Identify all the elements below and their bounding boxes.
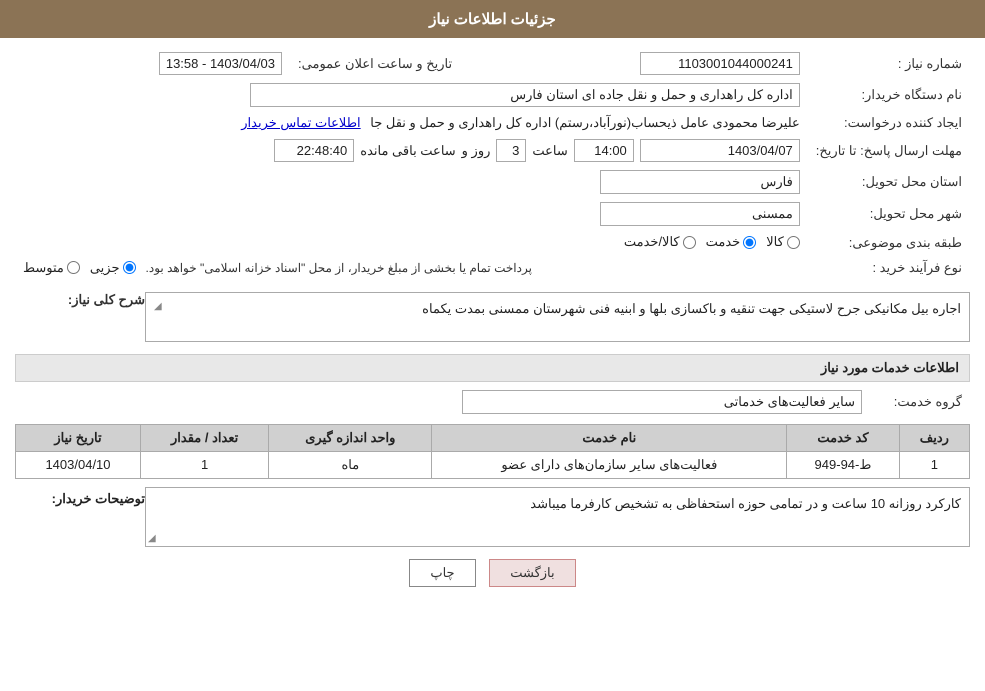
creator-label: ایجاد کننده درخواست:	[808, 111, 970, 135]
category-option-khedmat[interactable]: خدمت	[706, 234, 757, 250]
col-header-row: ردیف	[899, 424, 969, 451]
process-option-jozi[interactable]: جزیی	[90, 260, 136, 276]
buttons-row: بازگشت چاپ	[15, 559, 970, 587]
services-section-header: اطلاعات خدمات مورد نیاز	[15, 354, 970, 382]
category-label-kala-khedmat: کالا/خدمت	[624, 234, 680, 250]
province-label: استان محل تحویل:	[808, 166, 970, 198]
cell-row-num: 1	[899, 451, 969, 478]
col-header-date: تاریخ نیاز	[16, 424, 141, 451]
page-title: جزئیات اطلاعات نیاز	[429, 11, 556, 28]
resize-icon: ◢	[148, 533, 156, 544]
creator-link[interactable]: اطلاعات تماس خریدار	[241, 115, 360, 130]
print-button[interactable]: چاپ	[409, 559, 475, 587]
process-label-jozi: جزیی	[90, 260, 120, 276]
cell-service-name: فعالیت‌های سایر سازمان‌های دارای عضو	[432, 451, 787, 478]
process-radio-jozi[interactable]	[123, 261, 136, 274]
announce-date-label: تاریخ و ساعت اعلان عمومی:	[290, 48, 460, 79]
buyer-org-value: اداره کل راهداری و حمل و نقل جاده ای است…	[250, 83, 800, 107]
col-header-code: کد خدمت	[787, 424, 899, 451]
announce-date-value: 1403/04/03 - 13:58	[159, 52, 282, 75]
category-radio-kala-khedmat[interactable]	[683, 236, 696, 249]
category-radio-khedmat[interactable]	[743, 236, 756, 249]
cell-unit: ماه	[269, 451, 432, 478]
creator-value: علیرضا محمودی عامل ذیحساب(نورآباد،رستم) …	[370, 115, 800, 130]
deadline-remaining-label: ساعت باقی مانده	[360, 143, 455, 159]
service-group-label: گروه خدمت:	[870, 386, 970, 418]
table-row: 1 ط-94-949 فعالیت‌های سایر سازمان‌های دا…	[16, 451, 970, 478]
category-label: طبقه بندی موضوعی:	[808, 230, 970, 256]
deadline-time-value: 14:00	[574, 139, 634, 162]
province-value: فارس	[600, 170, 800, 194]
deadline-remaining-value: 22:48:40	[274, 139, 354, 162]
service-group-value: سایر فعالیت‌های خدماتی	[462, 390, 862, 414]
description-value: اجاره بیل مکانیکی جرح لاستیکی جهت تنقیه …	[145, 292, 970, 342]
process-option-motavaset[interactable]: متوسط	[23, 260, 80, 276]
page-header: جزئیات اطلاعات نیاز	[0, 0, 985, 38]
deadline-time-label: ساعت	[532, 143, 567, 159]
category-radio-kala[interactable]	[787, 236, 800, 249]
buyer-org-label: نام دستگاه خریدار:	[808, 79, 970, 111]
cell-service-code: ط-94-949	[787, 451, 899, 478]
deadline-day-label: روز و	[462, 143, 491, 159]
deadline-label: مهلت ارسال پاسخ: تا تاریخ:	[808, 135, 970, 166]
city-label: شهر محل تحویل:	[808, 198, 970, 230]
cell-quantity: 1	[141, 451, 269, 478]
cell-date: 1403/04/10	[16, 451, 141, 478]
deadline-days-value: 3	[496, 139, 526, 162]
col-header-name: نام خدمت	[432, 424, 787, 451]
need-number-label: شماره نیاز :	[808, 48, 970, 79]
col-header-unit: واحد اندازه گیری	[269, 424, 432, 451]
process-label-motavaset: متوسط	[23, 260, 64, 276]
category-option-kala-khedmat[interactable]: کالا/خدمت	[624, 234, 696, 250]
buyer-notes-label: توضیحات خریدار:	[52, 491, 145, 506]
process-label: نوع فرآیند خرید :	[808, 256, 970, 280]
process-radio-motavaset[interactable]	[67, 261, 80, 274]
col-header-qty: تعداد / مقدار	[141, 424, 269, 451]
back-button[interactable]: بازگشت	[489, 559, 575, 587]
category-radio-group: کالا/خدمت خدمت کالا	[624, 234, 800, 250]
category-option-kala[interactable]: کالا	[766, 234, 800, 250]
services-table: ردیف کد خدمت نام خدمت واحد اندازه گیری ت…	[15, 424, 970, 479]
need-number-value: 1103001044000241	[640, 52, 800, 75]
category-label-kala: کالا	[766, 234, 784, 250]
city-value: ممسنی	[600, 202, 800, 226]
deadline-date-value: 1403/04/07	[640, 139, 800, 162]
process-radio-group: متوسط جزیی	[23, 260, 136, 276]
buyer-notes-value: کارکرد روزانه 10 ساعت و در تمامی حوزه اس…	[145, 487, 970, 547]
category-label-khedmat: خدمت	[706, 234, 741, 250]
description-label: شرح کلی نیاز:	[64, 292, 145, 307]
process-note: پرداخت تمام یا بخشی از مبلغ خریدار، از م…	[146, 261, 532, 275]
